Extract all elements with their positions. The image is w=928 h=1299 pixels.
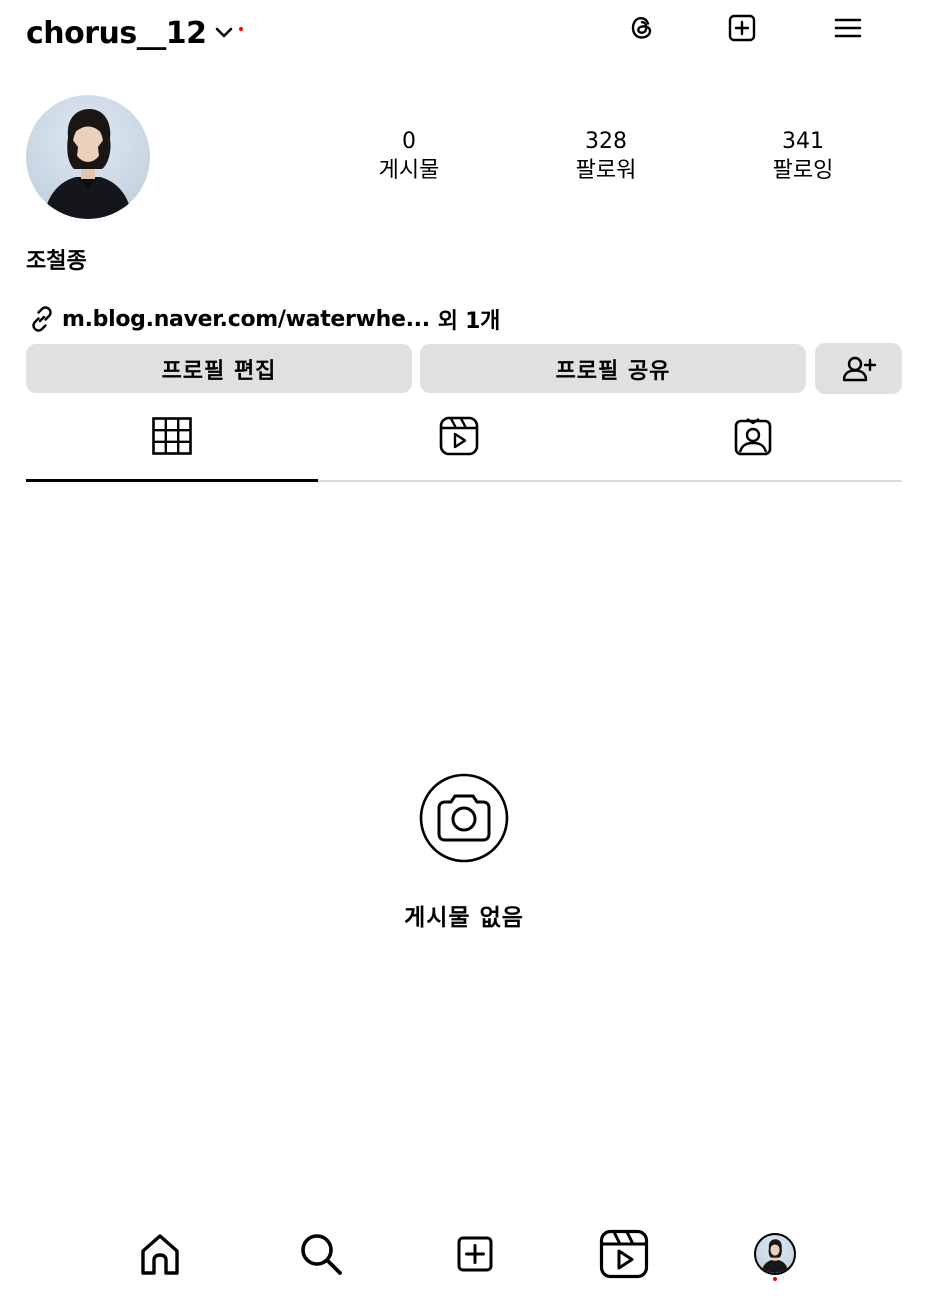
link-more: 외 1개 [437,309,501,334]
new-post-icon[interactable] [722,8,762,48]
menu-icon[interactable] [828,8,868,48]
active-tab-indicator [26,479,318,482]
discover-people-button[interactable] [815,343,902,394]
tab-tagged[interactable] [607,405,899,481]
edit-profile-button[interactable]: 프로필 편집 [26,344,412,393]
stat-label: 게시물 [378,158,440,183]
home-icon [138,1232,182,1276]
reels-icon [599,1229,649,1279]
nav-new-post[interactable] [449,1228,501,1280]
link-icon [28,305,56,333]
followers-count[interactable]: 328 팔로워 [536,128,676,186]
camera-icon [419,773,509,863]
share-profile-button[interactable]: 프로필 공유 [420,344,806,393]
username: chorus__12 [26,15,207,51]
stat-value: 0 [402,129,416,154]
profile-link[interactable]: m.blog.naver.com/waterwhe... 외 1개 [28,303,500,335]
reels-icon [439,416,479,456]
nav-search[interactable] [295,1228,347,1280]
person-add-icon [841,355,877,383]
grid-icon [152,417,192,455]
nav-reels[interactable] [598,1228,650,1280]
tab-reels[interactable] [313,405,605,481]
notification-dot [238,27,243,31]
empty-state-text: 게시물 없음 [404,905,524,931]
threads-icon[interactable] [622,8,662,48]
posts-count[interactable]: 0 게시물 [339,128,479,186]
account-switcher[interactable]: chorus__12 [26,12,243,54]
search-icon [298,1231,344,1277]
stat-label: 팔로워 [575,158,637,183]
chevron-down-icon [215,27,233,39]
stat-value: 328 [585,129,627,154]
profile-avatar [754,1233,796,1275]
nav-profile[interactable] [749,1228,801,1281]
display-name: 조철종 [26,249,87,274]
new-post-icon [457,1236,493,1272]
stat-label: 팔로잉 [772,158,834,183]
tagged-icon [734,416,772,456]
stat-value: 341 [782,129,824,154]
nav-home[interactable] [134,1228,186,1280]
notification-dot [773,1277,777,1281]
following-count[interactable]: 341 팔로잉 [733,128,873,186]
tab-posts-grid[interactable] [26,405,318,481]
avatar[interactable] [26,95,150,219]
link-text: m.blog.naver.com/waterwhe... [62,306,430,332]
